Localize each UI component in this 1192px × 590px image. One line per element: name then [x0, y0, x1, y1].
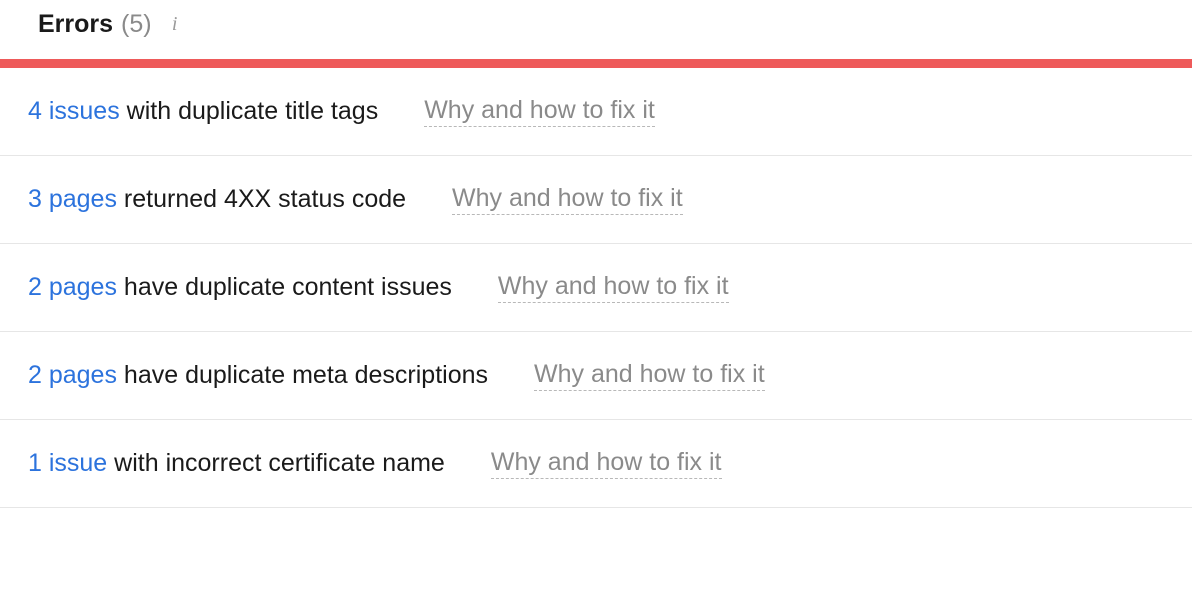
issue-description: 3 pages returned 4XX status code	[28, 185, 406, 214]
fix-link[interactable]: Why and how to fix it	[534, 360, 765, 391]
issue-count-link[interactable]: 2 pages	[28, 273, 117, 301]
errors-count: (5)	[121, 10, 152, 39]
issue-rest-text: have duplicate content issues	[117, 273, 452, 301]
issue-count-link[interactable]: 1 issue	[28, 449, 107, 477]
issue-rest-text: with duplicate title tags	[120, 97, 378, 125]
errors-header: Errors (5) i	[0, 10, 1192, 59]
issue-description: 1 issue with incorrect certificate name	[28, 449, 445, 478]
issue-row: 2 pages have duplicate meta descriptions…	[0, 332, 1192, 420]
issue-count-link[interactable]: 3 pages	[28, 185, 117, 213]
issue-rest-text: have duplicate meta descriptions	[117, 361, 488, 389]
issue-description: 2 pages have duplicate meta descriptions	[28, 361, 488, 390]
issue-rest-text: returned 4XX status code	[117, 185, 406, 213]
fix-link[interactable]: Why and how to fix it	[424, 96, 655, 127]
issue-description: 4 issues with duplicate title tags	[28, 97, 378, 126]
fix-link[interactable]: Why and how to fix it	[491, 448, 722, 479]
issue-row: 3 pages returned 4XX status code Why and…	[0, 156, 1192, 244]
fix-link[interactable]: Why and how to fix it	[452, 184, 683, 215]
issue-count-link[interactable]: 4 issues	[28, 97, 120, 125]
issues-list: 4 issues with duplicate title tags Why a…	[0, 68, 1192, 508]
info-icon[interactable]: i	[164, 14, 186, 36]
errors-title: Errors	[38, 10, 113, 39]
issue-row: 4 issues with duplicate title tags Why a…	[0, 68, 1192, 156]
issue-rest-text: with incorrect certificate name	[107, 449, 445, 477]
fix-link[interactable]: Why and how to fix it	[498, 272, 729, 303]
issue-row: 1 issue with incorrect certificate name …	[0, 420, 1192, 508]
issue-count-link[interactable]: 2 pages	[28, 361, 117, 389]
issue-row: 2 pages have duplicate content issues Wh…	[0, 244, 1192, 332]
issue-description: 2 pages have duplicate content issues	[28, 273, 452, 302]
severity-bar	[0, 59, 1192, 68]
